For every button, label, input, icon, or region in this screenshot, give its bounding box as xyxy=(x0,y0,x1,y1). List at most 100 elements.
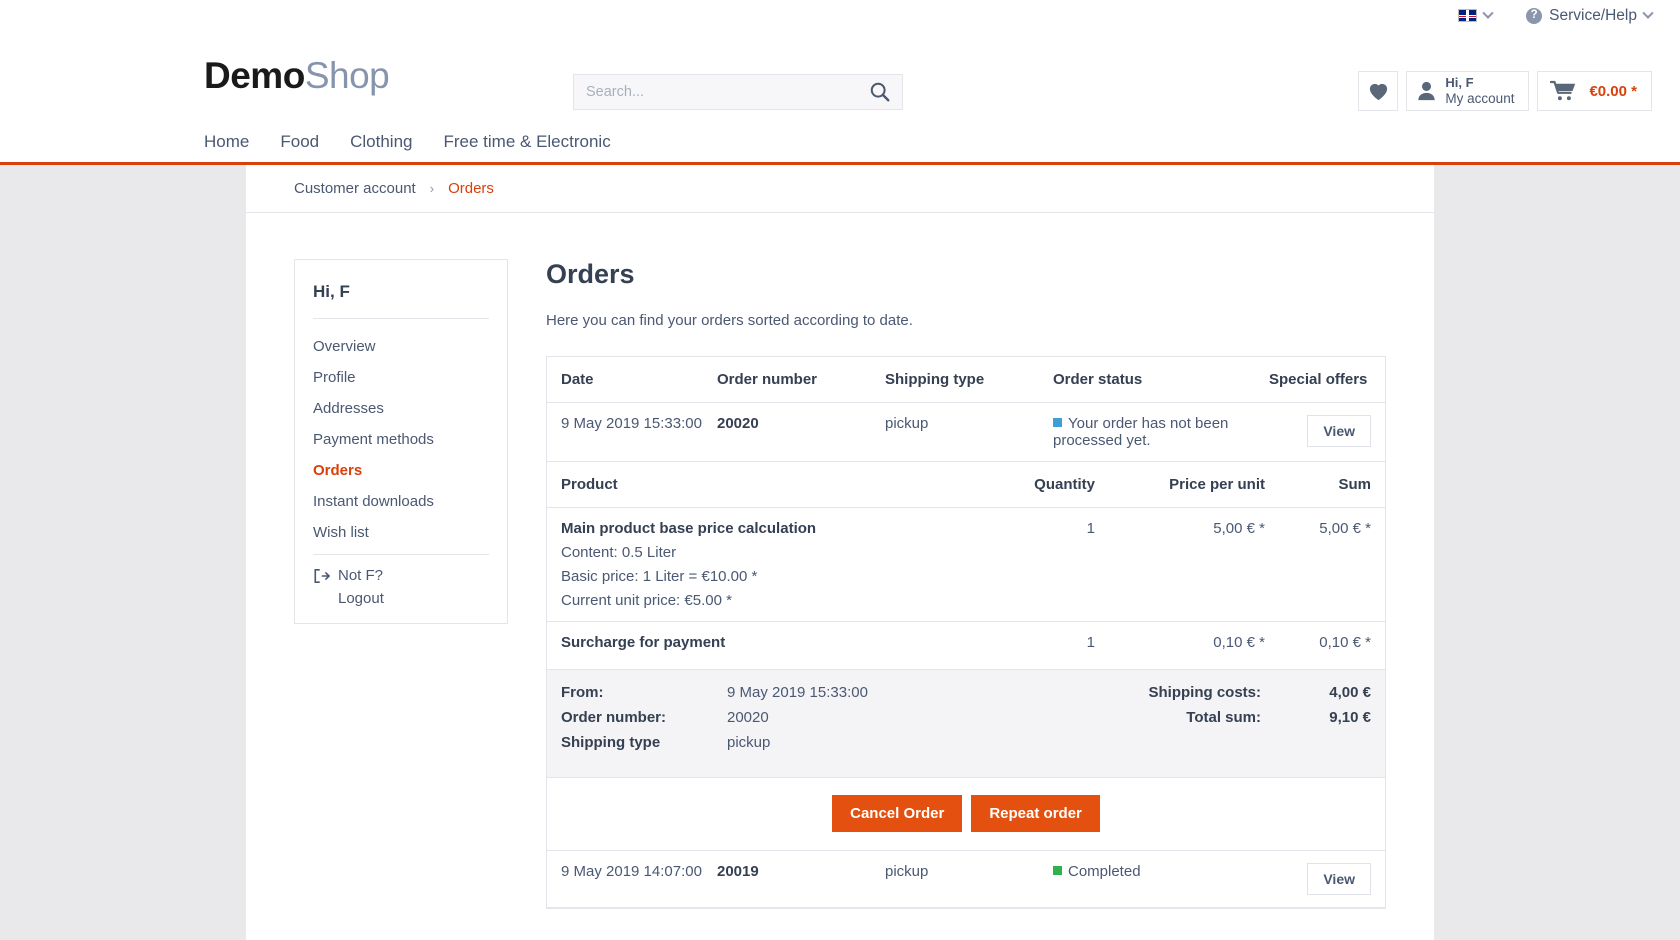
summary-order-number-value: 20020 xyxy=(727,709,769,726)
utility-topbar: ? Service/Help xyxy=(0,0,1680,31)
order-shipping-type: pickup xyxy=(885,402,1053,462)
detail-price-per-unit: 0,10 € * xyxy=(1095,621,1265,670)
sidebar-item-wish-list[interactable]: Wish list xyxy=(295,517,507,548)
search-bar[interactable] xyxy=(573,74,903,110)
header-actions: Hi, F My account €0.00 * xyxy=(1358,71,1652,111)
order-status: Your order has not been processed yet. xyxy=(1053,402,1269,462)
sidebar-item-payment-methods[interactable]: Payment methods xyxy=(295,424,507,455)
order-date: 9 May 2019 15:33:00 xyxy=(547,402,717,462)
detail-row: Main product base price calculation Cont… xyxy=(547,507,1385,622)
page-title: Orders xyxy=(546,259,635,289)
product-name[interactable]: Main product base price calculation xyxy=(561,520,925,537)
chevron-down-icon xyxy=(1642,7,1654,19)
col-product: Product xyxy=(547,462,925,508)
col-date: Date xyxy=(547,357,717,403)
summary-shipping-costs-label: Shipping costs: xyxy=(1148,684,1262,701)
breadcrumb-separator-icon: › xyxy=(429,181,435,196)
service-help-menu[interactable]: ? Service/Help xyxy=(1526,6,1654,25)
sidebar-menu: Overview Profile Addresses Payment metho… xyxy=(295,319,507,554)
detail-price-per-unit: 5,00 € * xyxy=(1095,507,1265,622)
order-action-bar: Cancel Order Repeat order xyxy=(547,778,1385,851)
search-button[interactable] xyxy=(858,75,902,109)
order-detail-table: Product Quantity Price per unit Sum Main… xyxy=(547,462,1385,670)
chevron-down-icon xyxy=(1482,7,1494,19)
col-order-number: Order number xyxy=(717,357,885,403)
detail-row: Surcharge for payment 1 0,10 € * 0,10 € … xyxy=(547,621,1385,670)
col-shipping-type: Shipping type xyxy=(885,357,1053,403)
cart-amount: €0.00 * xyxy=(1589,82,1637,100)
product-line-basic-price: Basic price: 1 Liter = €10.00 * xyxy=(561,568,758,585)
view-order-button[interactable]: View xyxy=(1307,415,1371,447)
table-row[interactable]: 9 May 2019 15:33:00 20020 pickup Your or… xyxy=(547,402,1385,462)
breadcrumb-current: Orders xyxy=(448,180,494,197)
status-text: Your order has not been processed yet. xyxy=(1053,415,1229,449)
sidebar-item-overview[interactable]: Overview xyxy=(295,331,507,362)
detail-product-cell: Surcharge for payment xyxy=(547,621,925,670)
detail-sum: 5,00 € * xyxy=(1265,507,1385,622)
summary-right: Shipping costs: 4,00 € Total sum: 9,10 € xyxy=(1131,684,1372,759)
summary-shipping-costs-row: Shipping costs: 4,00 € xyxy=(1131,684,1372,701)
order-actions: View xyxy=(1269,851,1385,908)
order-shipping-type: pickup xyxy=(885,851,1053,908)
uk-flag-icon xyxy=(1458,9,1478,22)
summary-from-value: 9 May 2019 15:33:00 xyxy=(727,684,868,701)
detail-header-row: Product Quantity Price per unit Sum xyxy=(547,462,1385,508)
cart-button[interactable]: €0.00 * xyxy=(1537,71,1652,111)
orders-table-header-row: Date Order number Shipping type Order st… xyxy=(547,357,1385,403)
summary-total-sum-label: Total sum: xyxy=(1186,709,1261,726)
breadcrumb-customer-account[interactable]: Customer account xyxy=(294,180,416,197)
summary-shipping-type-value: pickup xyxy=(727,734,771,751)
account-greeting: Hi, F xyxy=(1445,74,1474,90)
nav-item-home[interactable]: Home xyxy=(204,132,249,152)
table-row[interactable]: 9 May 2019 14:07:00 20019 pickup Complet… xyxy=(547,851,1385,908)
logout-icon xyxy=(314,568,330,583)
summary-total-sum-value: 9,10 € xyxy=(1329,709,1371,726)
order-actions: View xyxy=(1269,402,1385,462)
cancel-order-button[interactable]: Cancel Order xyxy=(832,795,963,832)
logout-link[interactable]: Logout xyxy=(313,590,489,607)
summary-total-sum-row: Total sum: 9,10 € xyxy=(1131,709,1371,726)
detail-sum: 0,10 € * xyxy=(1265,621,1385,670)
order-status: Completed xyxy=(1053,851,1269,908)
nav-item-clothing[interactable]: Clothing xyxy=(350,132,412,152)
summary-shipping-costs-value: 4,00 € xyxy=(1329,684,1371,701)
question-circle-icon: ? xyxy=(1526,7,1543,24)
sidebar-item-instant-downloads[interactable]: Instant downloads xyxy=(295,486,507,517)
detail-quantity: 1 xyxy=(925,621,1095,670)
page-container: Customer account › Orders Hi, F Overview… xyxy=(246,165,1434,940)
order-summary: From: 9 May 2019 15:33:00 Order number: … xyxy=(547,670,1385,778)
summary-shipping-type-label: Shipping type xyxy=(561,734,661,751)
orders-table-secondary: 9 May 2019 14:07:00 20019 pickup Complet… xyxy=(547,851,1385,908)
nav-item-food[interactable]: Food xyxy=(280,132,319,152)
status-badge xyxy=(1053,418,1062,427)
orders-panel: Date Order number Shipping type Order st… xyxy=(546,356,1386,909)
nav-item-free-time-electronic[interactable]: Free time & Electronic xyxy=(443,132,610,152)
my-account-button[interactable]: Hi, F My account xyxy=(1406,71,1530,111)
language-selector[interactable] xyxy=(1458,7,1494,22)
status-badge xyxy=(1053,866,1062,875)
product-line-unit-price: Current unit price: €5.00 * xyxy=(561,592,732,609)
account-sidebar: Hi, F Overview Profile Addresses Payment… xyxy=(294,259,508,624)
site-logo[interactable]: DemoShop xyxy=(204,55,390,97)
col-special-offers: Special offers xyxy=(1269,357,1385,403)
status-text: Completed xyxy=(1068,863,1141,880)
product-line-content: Content: 0.5 Liter xyxy=(561,544,677,561)
repeat-order-button[interactable]: Repeat order xyxy=(971,795,1100,832)
page-intro: Here you can find your orders sorted acc… xyxy=(546,312,913,329)
main-navigation: Home Food Clothing Free time & Electroni… xyxy=(0,121,1680,165)
not-you-row[interactable]: Not F? xyxy=(313,567,489,584)
site-header: DemoShop Hi, F My account xyxy=(0,31,1680,121)
view-order-button[interactable]: View xyxy=(1307,863,1371,895)
sidebar-item-profile[interactable]: Profile xyxy=(295,362,507,393)
breadcrumb: Customer account › Orders xyxy=(246,165,1434,213)
sidebar-item-orders[interactable]: Orders xyxy=(295,455,507,486)
wishlist-button[interactable] xyxy=(1358,71,1399,111)
not-you-label: Not F? xyxy=(338,567,384,584)
sidebar-item-addresses[interactable]: Addresses xyxy=(295,393,507,424)
logo-bold: Demo xyxy=(204,55,305,96)
service-help-label: Service/Help xyxy=(1549,6,1637,24)
summary-shipping-type-row: Shipping type pickup xyxy=(561,734,1131,751)
sidebar-logout-block: Not F? Logout xyxy=(295,555,507,607)
orders-main: Orders Here you can find your orders sor… xyxy=(546,259,1386,909)
search-input[interactable] xyxy=(574,84,858,100)
